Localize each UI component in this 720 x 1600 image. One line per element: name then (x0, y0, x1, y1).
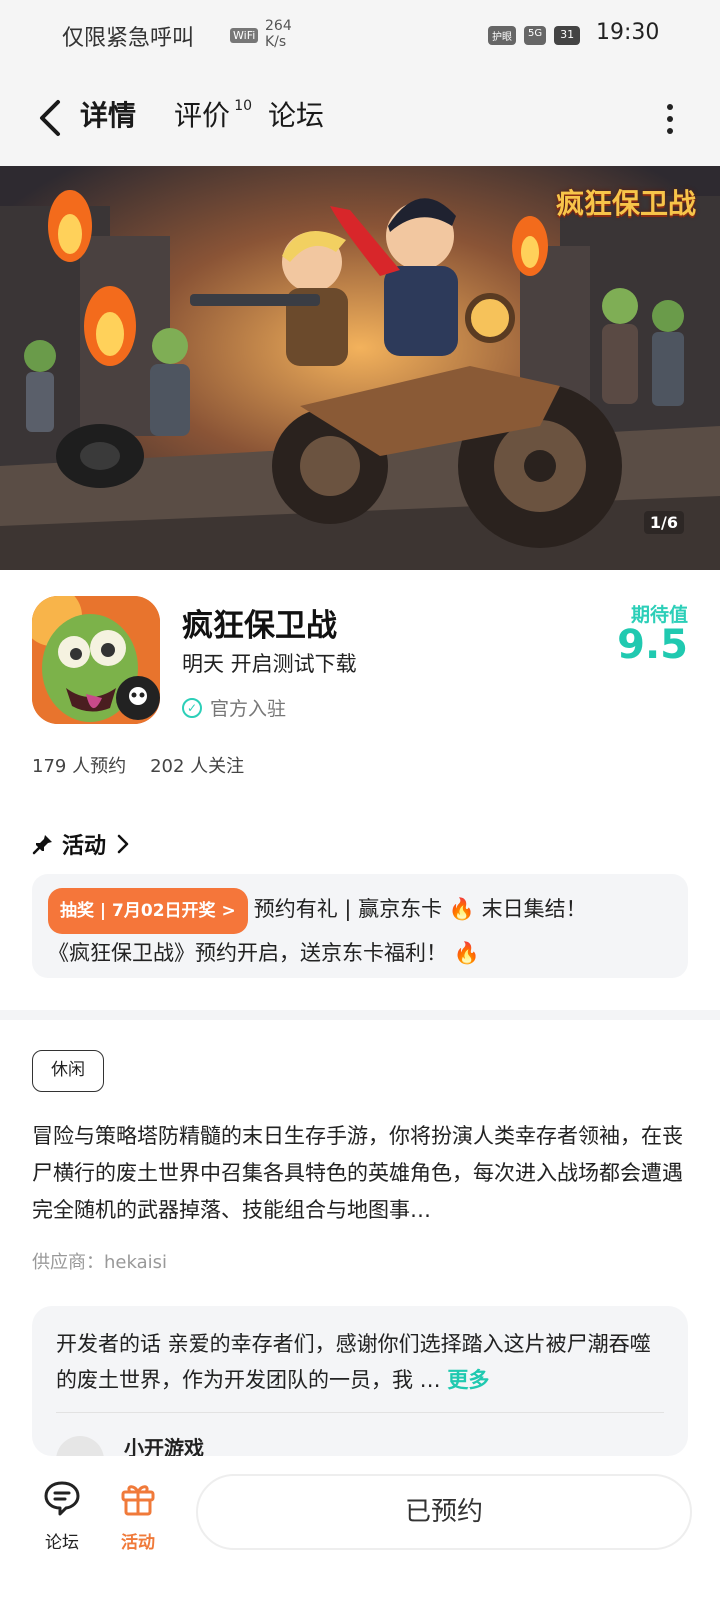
speed-unit: K/s (265, 34, 287, 50)
game-description[interactable]: 冒险与策略塔防精髓的末日生存手游，你将扮演人类幸存者领袖，在丧尸横行的废土世界中… (32, 1118, 692, 1229)
activity-card[interactable]: 抽奖 | 7月02日开奖 > 预约有礼 | 赢京东卡 🔥 末日集结！ 《疯狂保卫战… (32, 874, 688, 978)
activity-line-1: 抽奖 | 7月02日开奖 > 预约有礼 | 赢京东卡 🔥 末日集结！ (48, 888, 672, 934)
screenshot-carousel[interactable]: 疯狂保卫战 1/6 (0, 166, 720, 570)
more-options-button[interactable] (662, 104, 678, 134)
official-label: 官方入驻 (210, 698, 287, 720)
banner-game-logo: 疯狂保卫战 (555, 187, 696, 220)
reserved-button[interactable]: 已预约 (196, 1474, 692, 1550)
wifi-icon: WiFi (230, 28, 259, 43)
more-link[interactable]: 更多 (447, 1368, 489, 1392)
tab-reviews[interactable]: 评价 10 (174, 96, 252, 140)
activity-line-2: 《疯狂保卫战》预约开启，送京东卡福利！ 🔥 (48, 941, 480, 965)
signal-icon: 5G (524, 26, 547, 45)
activity-nav-button[interactable]: 活动 (108, 1478, 168, 1553)
developer-note-card[interactable]: 开发者的话 亲爱的幸存者们，感谢你们选择踏入这片被尸潮吞噬的废土世界，作为开发团… (32, 1306, 688, 1456)
tab-details[interactable]: 详情 (80, 96, 137, 140)
more-dot (667, 128, 673, 134)
forum-nav-button[interactable]: 论坛 (32, 1478, 92, 1553)
developer-name[interactable]: 小开游戏 (124, 1432, 204, 1456)
more-dot (667, 104, 673, 110)
tab-forum[interactable]: 论坛 (268, 96, 324, 140)
chevron-right-icon (117, 834, 129, 854)
supplier-info: 供应商：hekaisi (32, 1252, 167, 1273)
review-count-badge: 10 (234, 98, 253, 114)
tab-details-label: 详情 (80, 99, 137, 132)
verified-check-icon: ✓ (182, 697, 202, 718)
section-divider (0, 1010, 720, 1020)
more-dot (667, 116, 673, 122)
official-badge: ✓ 官方入驻 (182, 694, 286, 721)
developer-note: 开发者的话 亲爱的幸存者们，感谢你们选择踏入这片被尸潮吞噬的废土世界，作为开发团… (56, 1326, 664, 1398)
tab-bar: 详情 评价 10 论坛 (80, 96, 362, 140)
eye-care-icon: 护眼 (488, 26, 516, 45)
chevron-left-icon (40, 100, 60, 136)
reservation-count: 179 人预约 (32, 756, 127, 777)
back-button[interactable] (36, 96, 66, 140)
top-nav: 详情 评价 10 论坛 (0, 70, 720, 166)
stats-row: 179 人预约 202 人关注 (32, 752, 244, 778)
forum-nav-label: 论坛 (45, 1533, 79, 1553)
banner-artwork (0, 166, 720, 570)
tab-reviews-label: 评价 (174, 99, 231, 132)
battery-icon: 31 (554, 26, 581, 45)
carousel-page-indicator: 1/6 (643, 511, 684, 534)
bottom-action-bar: 论坛 活动 已预约 (0, 1456, 720, 1600)
carrier-text: 仅限紧急呼叫 (62, 26, 195, 51)
clock: 19:30 (596, 20, 660, 45)
pin-icon (32, 835, 52, 855)
activity-section-header[interactable]: 活动 (32, 828, 132, 860)
card-divider (56, 1412, 664, 1413)
expectation-score: 9.5 (617, 622, 688, 668)
developer-note-text: 开发者的话 亲爱的幸存者们，感谢你们选择踏入这片被尸潮吞噬的废土世界，作为开发团… (56, 1332, 651, 1392)
release-status: 明天 开启测试下载 (182, 652, 357, 676)
genre-tag[interactable]: 休闲 (32, 1050, 104, 1092)
activity-heading: 活动 (62, 834, 107, 859)
speed-value: 264 (265, 18, 292, 34)
status-icons: 护眼 5G 31 (488, 26, 581, 45)
game-app-icon (32, 596, 160, 724)
lottery-badge: 抽奖 | 7月02日开奖 > (48, 888, 248, 934)
zombie-icon (32, 596, 160, 724)
developer-avatar[interactable] (56, 1436, 104, 1456)
chat-bubble-icon (44, 1481, 80, 1516)
tab-forum-label: 论坛 (268, 99, 325, 132)
follower-count: 202 人关注 (150, 756, 245, 777)
game-title: 疯狂保卫战 (182, 608, 337, 644)
gift-icon (121, 1485, 155, 1516)
network-speed: 264 K/s (265, 18, 305, 50)
activity-title: 预约有礼 | 赢京东卡 🔥 末日集结！ (253, 897, 587, 921)
status-bar: 仅限紧急呼叫 WiFi 264 K/s 护眼 5G 31 19:30 (0, 0, 720, 70)
activity-nav-label: 活动 (121, 1533, 155, 1553)
